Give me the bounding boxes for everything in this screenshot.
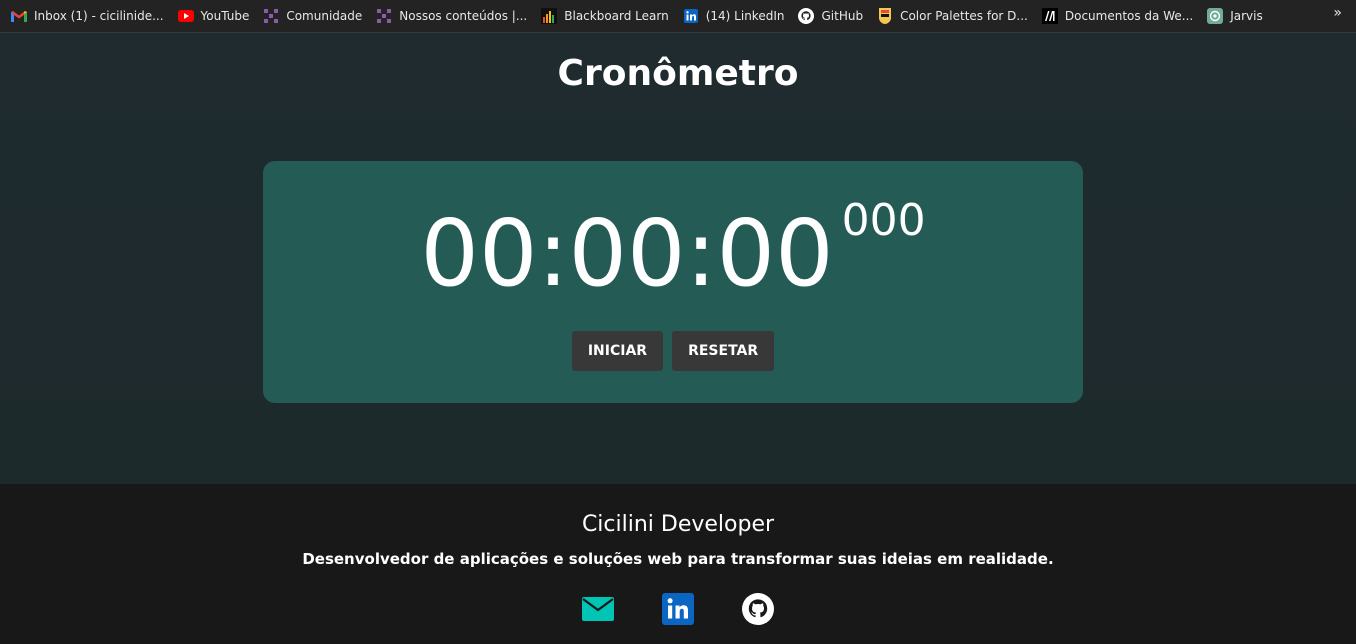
community-icon: [376, 8, 392, 24]
timer-display: 00:00:00 000: [263, 195, 1083, 309]
github-icon: [798, 8, 815, 24]
footer-description: Desenvolvedor de aplicações e soluções w…: [302, 550, 1054, 568]
linkedin-icon[interactable]: [662, 593, 694, 625]
palette-icon: [877, 8, 893, 24]
timer-digits: 00:00:00: [420, 200, 834, 307]
community-icon: [263, 8, 279, 24]
bookmark-comunidade[interactable]: Comunidade: [256, 4, 369, 28]
bookmark-label: Jarvis: [1230, 9, 1263, 23]
bookmark-youtube[interactable]: YouTube: [171, 4, 257, 28]
social-links: [0, 593, 1356, 625]
stopwatch-card: 00:00:00 000 INICIAR RESETAR: [263, 161, 1083, 403]
reset-button[interactable]: RESETAR: [672, 331, 775, 371]
bookmark-gmail[interactable]: Inbox (1) - cicilinide...: [4, 4, 171, 28]
bookmark-color-palettes[interactable]: Color Palettes for D...: [870, 4, 1035, 28]
bookmark-label: (14) LinkedIn: [705, 9, 785, 23]
email-icon[interactable]: [582, 593, 614, 625]
bookmarks-bar: Inbox (1) - cicilinide... YouTube Comuni…: [0, 0, 1356, 33]
timer-controls: INICIAR RESETAR: [263, 331, 1083, 371]
blackboard-icon: [541, 8, 558, 24]
bookmark-nossos-conteudos[interactable]: Nossos conteúdos |...: [369, 4, 534, 28]
bookmark-label: Comunidade: [286, 9, 363, 23]
bookmark-label: Inbox (1) - cicilinide...: [34, 9, 164, 23]
bookmark-github[interactable]: GitHub: [791, 4, 870, 28]
bookmark-label: Color Palettes for D...: [900, 9, 1028, 23]
chatgpt-icon: [1207, 8, 1224, 24]
bookmarks-overflow-icon[interactable]: »: [1333, 5, 1342, 21]
footer-title: Cicilini Developer: [581, 512, 775, 537]
page-title: Cronômetro: [557, 53, 799, 94]
youtube-icon: [177, 8, 194, 24]
footer: Cicilini Developer Desenvolvedor de apli…: [0, 484, 1356, 644]
bookmark-jarvis[interactable]: Jarvis: [1200, 4, 1270, 28]
bookmark-label: YouTube: [200, 9, 250, 23]
mdn-icon: [1041, 8, 1058, 24]
github-icon[interactable]: [742, 593, 774, 625]
bookmark-label: Blackboard Learn: [564, 9, 669, 23]
bookmark-blackboard[interactable]: Blackboard Learn: [534, 4, 675, 28]
gmail-icon: [11, 8, 27, 24]
bookmark-mdn[interactable]: Documentos da We...: [1035, 4, 1200, 28]
main-content: Cronômetro 00:00:00 000 INICIAR RESETAR: [0, 33, 1356, 484]
bookmark-linkedin[interactable]: (14) LinkedIn: [676, 4, 792, 28]
bookmark-label: GitHub: [821, 9, 864, 23]
bookmark-label: Nossos conteúdos |...: [399, 9, 528, 23]
bookmark-label: Documentos da We...: [1064, 9, 1194, 23]
timer-milliseconds: 000: [841, 195, 926, 246]
linkedin-icon: [683, 8, 699, 24]
start-button[interactable]: INICIAR: [571, 331, 664, 371]
